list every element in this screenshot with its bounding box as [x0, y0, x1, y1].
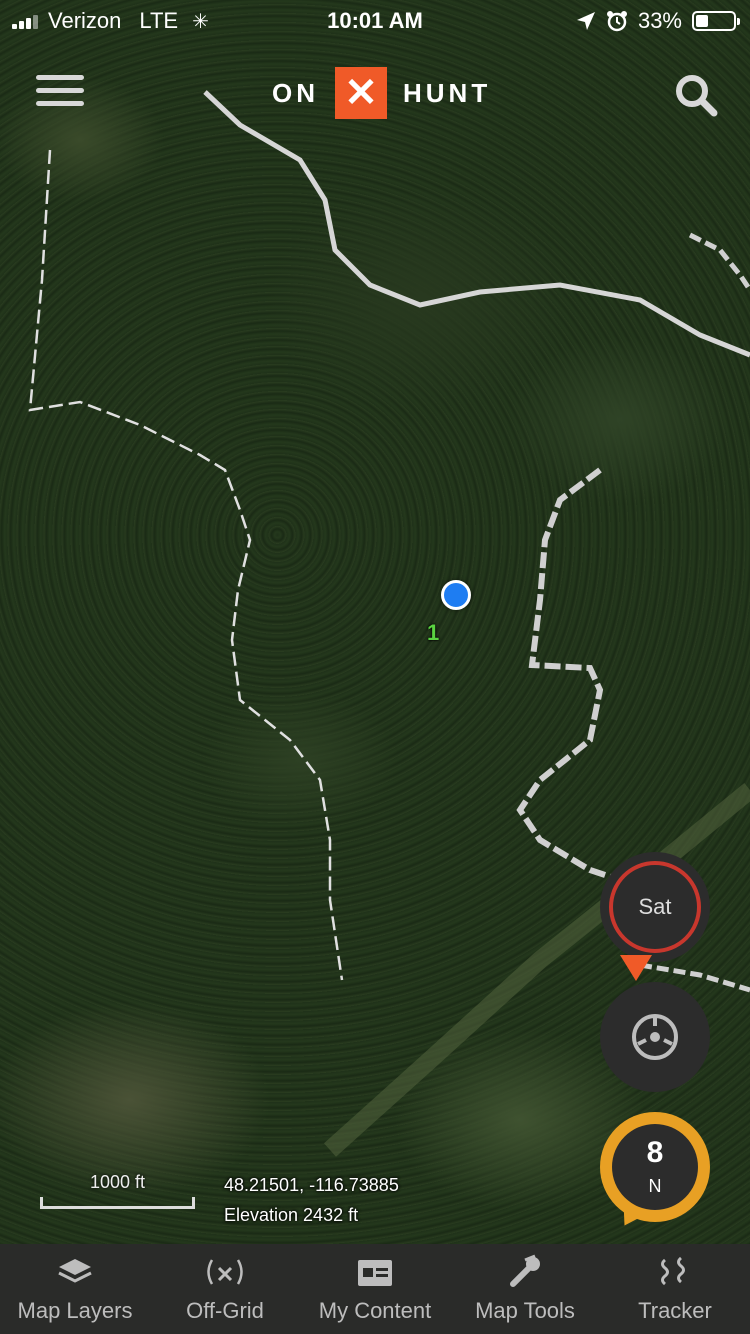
status-right: 33%	[576, 8, 740, 34]
bottom-tab-bar: Map Layers Off-Grid My Content Map Tools…	[0, 1244, 750, 1334]
location-info: 48.21501, -116.73885 Elevation 2432 ft	[224, 1170, 399, 1230]
logo-left-text: ON	[272, 77, 319, 108]
gps-icon	[632, 1014, 678, 1060]
tab-my-content[interactable]: My Content	[300, 1244, 450, 1334]
tab-label: My Content	[318, 1298, 432, 1323]
tab-tracker[interactable]: Tracker	[600, 1244, 750, 1334]
map-layer-label: Sat	[609, 861, 701, 953]
dirt-road-east	[688, 232, 750, 292]
dirt-road	[516, 467, 621, 883]
search-button[interactable]	[674, 73, 718, 117]
layer-pointer-icon	[620, 955, 652, 981]
compass-direction: N	[648, 1176, 662, 1196]
tab-map-tools[interactable]: Map Tools	[450, 1244, 600, 1334]
compass-face: 8 N	[612, 1124, 698, 1210]
coordinates: 48.21501, -116.73885	[224, 1175, 399, 1195]
battery-icon	[692, 11, 740, 31]
tab-label: Tracker	[638, 1298, 712, 1323]
layers-icon	[58, 1259, 92, 1283]
signal-icon	[207, 1259, 243, 1285]
menu-button[interactable]	[36, 75, 84, 115]
tab-label: Map Tools	[475, 1298, 575, 1323]
battery-percent: 33%	[637, 8, 682, 33]
elevation: Elevation 2432 ft	[224, 1205, 359, 1225]
gps-locate-button[interactable]	[600, 982, 710, 1092]
app-header: ON ✕ HUNT	[0, 55, 750, 135]
search-icon	[676, 75, 718, 117]
tab-label: Off-Grid	[186, 1298, 264, 1323]
waypoint-marker[interactable]: 1	[427, 620, 439, 646]
scale-label: 1000 ft	[89, 1172, 146, 1192]
satellite-map[interactable]: 1 1000 ft 48.21501, -116.73885 Elevation…	[0, 0, 750, 1244]
compass-button[interactable]: 8 N	[600, 1112, 710, 1222]
alarm-icon	[606, 11, 627, 32]
map-layer-button[interactable]: Sat	[600, 852, 710, 962]
status-bar: Verizon LTE ✳ 10:01 AM 33%	[0, 0, 750, 42]
tab-off-grid[interactable]: Off-Grid	[150, 1244, 300, 1334]
current-location-dot	[441, 580, 471, 610]
onx-hunt-logo: ON ✕ HUNT	[272, 67, 491, 119]
trail	[28, 149, 344, 981]
scale-bar	[40, 1197, 195, 1209]
tools-icon	[510, 1254, 540, 1287]
logo-x-mark: ✕	[335, 67, 387, 119]
tab-map-layers[interactable]: Map Layers	[0, 1244, 150, 1334]
tab-label: Map Layers	[17, 1298, 133, 1323]
tracker-icon	[661, 1256, 685, 1286]
compass-number: 8	[646, 1136, 664, 1169]
clearing-strip	[323, 783, 750, 1157]
location-arrow-icon	[576, 12, 595, 30]
logo-right-text: HUNT	[403, 77, 492, 108]
map-scale: 1000 ft	[40, 1172, 195, 1209]
folder-icon	[358, 1260, 392, 1286]
